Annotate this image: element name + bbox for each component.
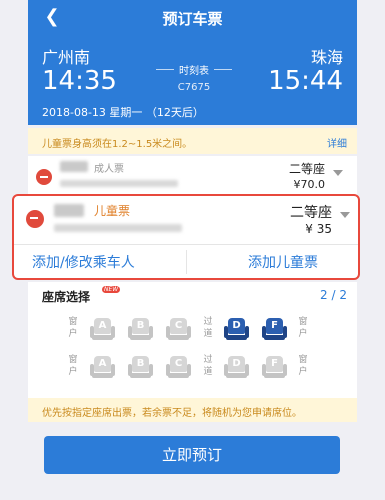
- child-name-redacted: [54, 204, 84, 217]
- seat-row1-c[interactable]: C: [166, 318, 191, 340]
- seat-row2-a[interactable]: A: [90, 356, 115, 378]
- ticket-type: 成人票: [94, 164, 124, 175]
- seat-letter: C: [174, 358, 183, 369]
- seat-row2-c[interactable]: C: [166, 356, 191, 378]
- seat-pager[interactable]: 2 / 2: [320, 288, 347, 302]
- to-station: 珠海: [310, 48, 343, 67]
- seat-letter: B: [136, 358, 145, 369]
- window-label-right-row2: 窗户: [298, 355, 308, 377]
- new-badge: NEW: [102, 286, 121, 293]
- book-now-button[interactable]: 立即预订: [44, 436, 340, 474]
- seat-selection-title: 座席选择: [42, 290, 91, 304]
- divider: [186, 250, 187, 274]
- seat-base: [92, 373, 113, 378]
- details-link[interactable]: 详细: [327, 135, 347, 150]
- seat-letter: A: [98, 320, 107, 331]
- seat-selection: 座席选择 NEW 2 / 2 窗户 A B C 过道 D F 窗户 窗户 A B…: [28, 282, 357, 396]
- seat-base: [264, 335, 285, 340]
- seat-class: 二等座: [288, 162, 325, 176]
- from-station: 广州南: [42, 48, 91, 67]
- seat-letter: F: [271, 358, 278, 369]
- id-number-redacted: [60, 180, 178, 187]
- window-label-left-row2: 窗户: [68, 355, 78, 377]
- page-title: 预订车票: [162, 10, 223, 28]
- seat-base: [226, 373, 247, 378]
- seat-base: [92, 335, 113, 340]
- seat-letter: D: [232, 320, 241, 331]
- child-ticket-price: ¥ 35: [305, 222, 332, 236]
- seat-base: [168, 335, 189, 340]
- departure-time: 14:35: [42, 66, 117, 96]
- aisle-label: 过道: [203, 317, 213, 339]
- seat-letter: C: [174, 320, 183, 331]
- seat-row1-a[interactable]: A: [90, 318, 115, 340]
- child-ticket-type: 儿童票: [94, 204, 131, 218]
- remove-passenger-icon[interactable]: [36, 169, 52, 185]
- child-ticket-notice: 儿童票身高须在1.2~1.5米之间。 详细: [28, 128, 357, 154]
- arrival-time: 15:44: [268, 66, 343, 96]
- header: ❮ 预订车票 广州南 珠海 14:35 15:44 时刻表 C7675 2018…: [28, 0, 357, 125]
- add-child-ticket-button[interactable]: 添加儿童票: [248, 252, 318, 272]
- child-seat-class: 二等座: [290, 205, 332, 221]
- divider: [214, 69, 232, 70]
- seat-base: [226, 335, 247, 340]
- ticket-price: ¥70.0: [293, 178, 326, 191]
- seat-row2-d[interactable]: D: [224, 356, 249, 378]
- divider: [156, 69, 174, 70]
- travel-date: 2018-08-13 星期一 （12天后）: [42, 106, 204, 119]
- window-label-right: 窗户: [298, 317, 308, 339]
- seat-row2-b[interactable]: B: [128, 356, 153, 378]
- seat-row1-f-selected[interactable]: F: [262, 318, 287, 340]
- child-dropdown-arrow-icon[interactable]: [340, 212, 350, 218]
- child-id-redacted: [54, 224, 182, 232]
- seat-letter: A: [98, 358, 107, 369]
- seat-base: [264, 373, 285, 378]
- seat-row2-f[interactable]: F: [262, 356, 287, 378]
- passenger-row[interactable]: 成人票 二等座 ¥70.0: [28, 156, 357, 198]
- notice-text: 儿童票身高须在1.2~1.5米之间。: [42, 139, 193, 150]
- window-label-left: 窗户: [68, 317, 78, 339]
- seat-base: [130, 335, 151, 340]
- train-number: C7675: [177, 82, 211, 93]
- dropdown-arrow-icon[interactable]: [333, 170, 343, 176]
- child-passenger-card: 儿童票 二等座 ¥ 35 添加/修改乘车人 添加儿童票: [12, 194, 360, 280]
- aisle-label-row2: 过道: [203, 355, 213, 377]
- passenger-name-redacted: [60, 161, 88, 172]
- seat-notice: 优先按指定座席出票，若余票不足，将随机为您申请席位。: [28, 398, 357, 422]
- schedule-link[interactable]: 时刻表: [156, 62, 232, 77]
- seat-letter: B: [136, 320, 145, 331]
- seat-letter: F: [271, 320, 278, 331]
- seat-row1-b[interactable]: B: [128, 318, 153, 340]
- seat-base: [130, 373, 151, 378]
- seat-letter: D: [232, 358, 241, 369]
- seat-base: [168, 373, 189, 378]
- schedule-label: 时刻表: [179, 66, 209, 77]
- remove-child-passenger-icon[interactable]: [26, 210, 44, 228]
- seat-row1-d-selected[interactable]: D: [224, 318, 249, 340]
- divider: [14, 244, 358, 245]
- edit-passengers-button[interactable]: 添加/修改乘车人: [32, 252, 135, 272]
